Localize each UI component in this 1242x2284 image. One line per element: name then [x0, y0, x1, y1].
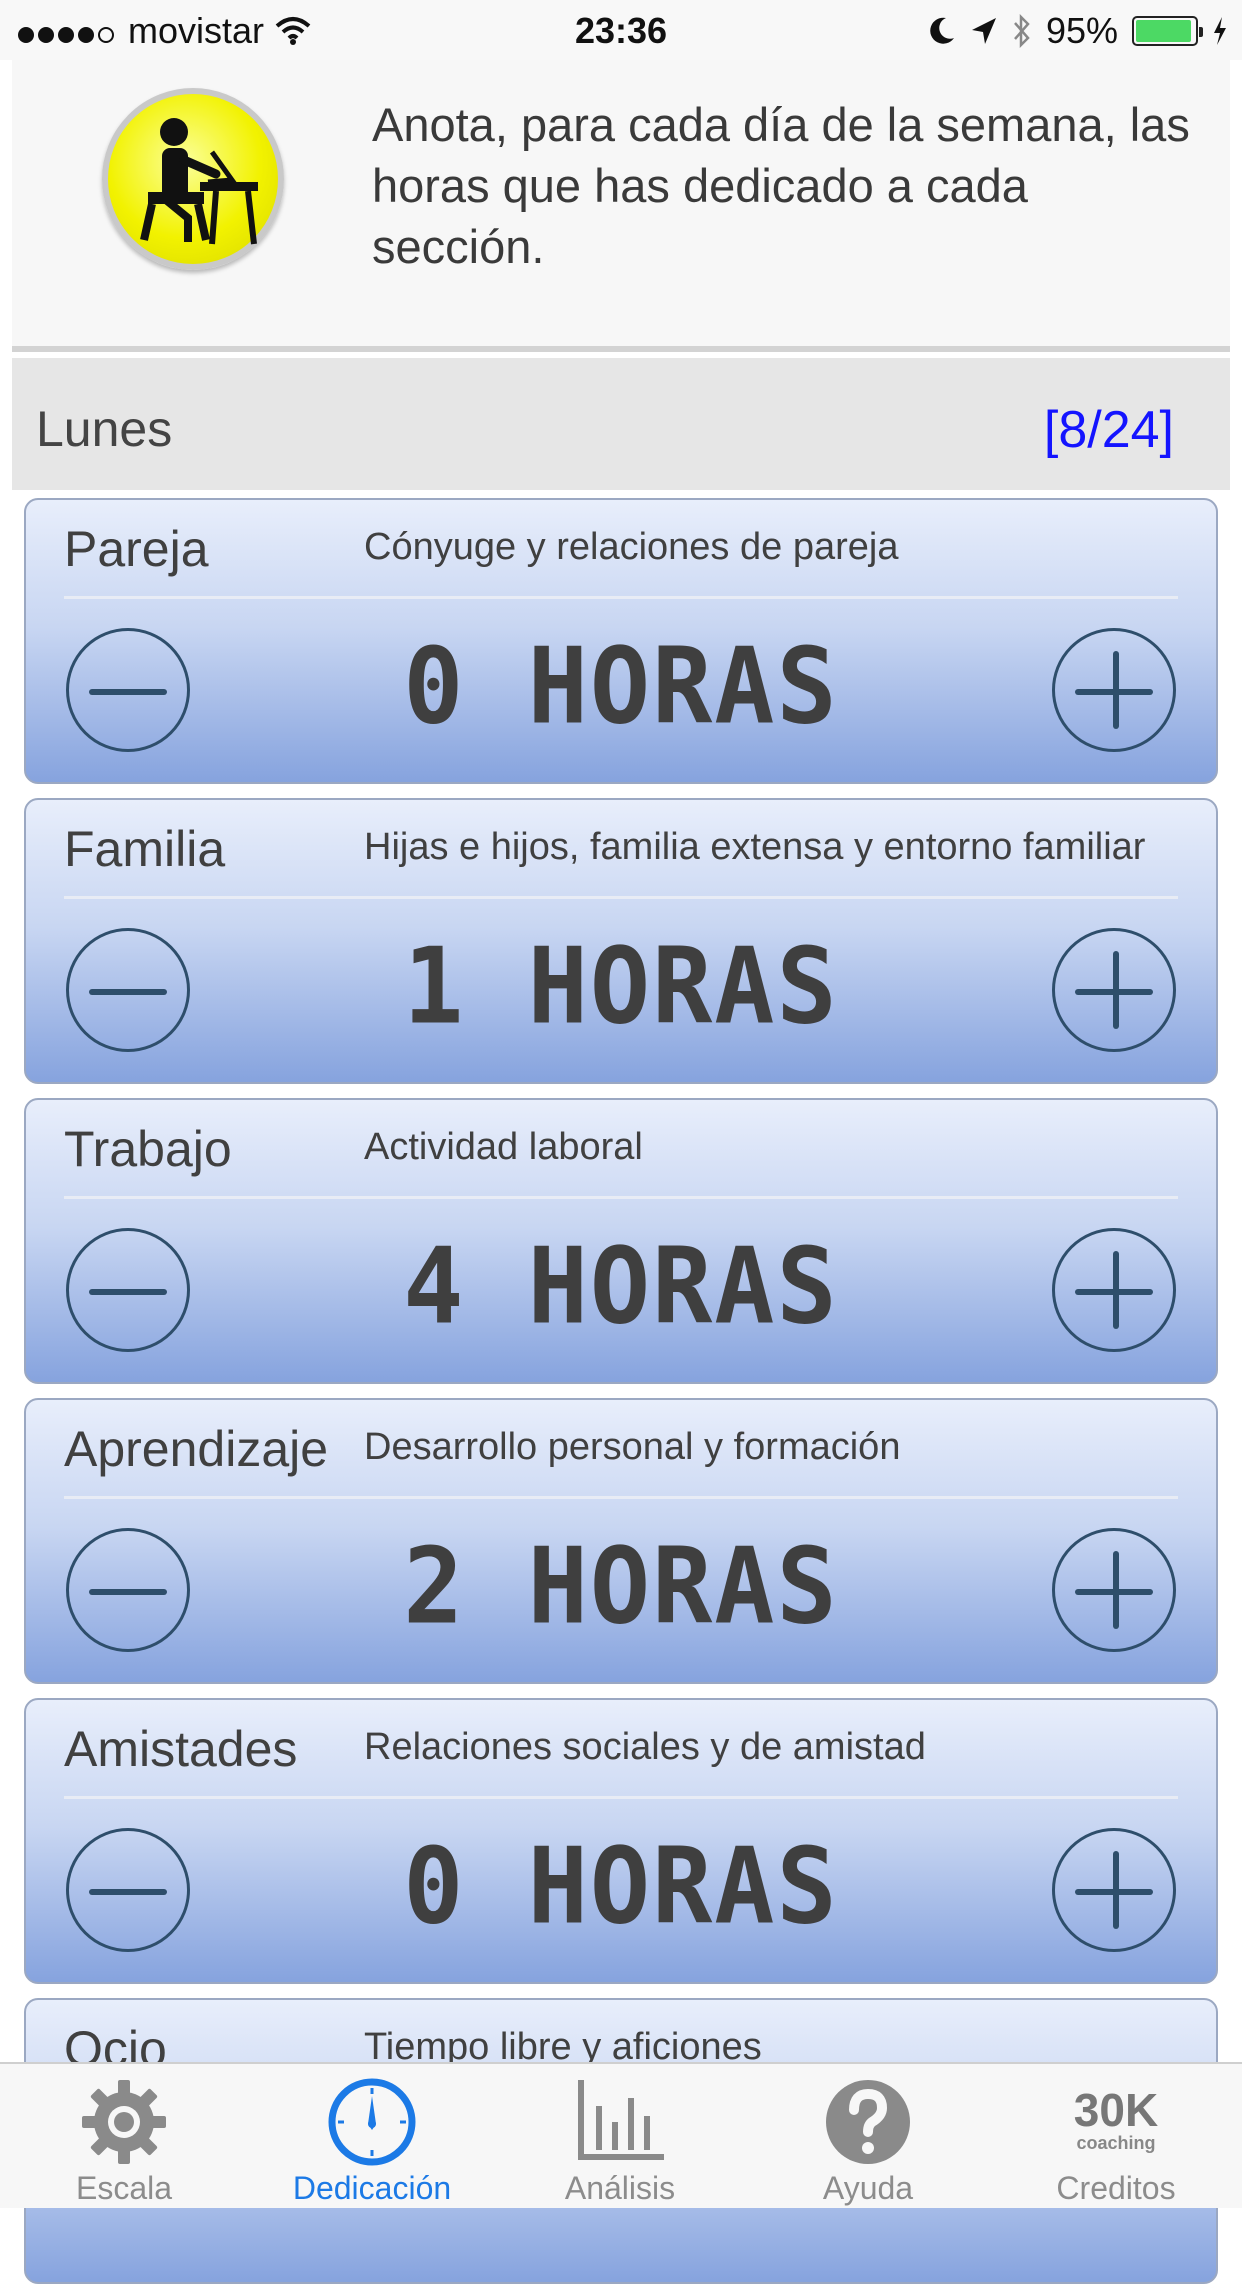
logo-text: 30K: [1073, 2084, 1159, 2136]
day-row: Lunes [8/24]: [12, 358, 1230, 490]
logo-subtext: coaching: [1076, 2133, 1156, 2153]
section-title: Pareja: [64, 521, 209, 577]
increase-hours-button[interactable]: [1052, 1828, 1176, 1952]
tab-label: Ayuda: [822, 2170, 914, 2206]
instructions-text: Anota, para cada día de la semana, las h…: [372, 98, 1190, 273]
minus-icon: [89, 1289, 167, 1295]
battery-icon: [1132, 16, 1203, 46]
status-bar: movistar 23:36 95%: [0, 0, 1242, 60]
minus-icon: [89, 1889, 167, 1895]
increase-hours-button[interactable]: [1052, 928, 1176, 1052]
hours-display: 2 HORAS: [403, 1525, 839, 1648]
hours-display: 1 HORAS: [403, 925, 839, 1048]
instructions-header: Anota, para cada día de la semana, las h…: [12, 60, 1230, 352]
section-title: Familia: [64, 821, 226, 877]
day-name: Lunes: [36, 401, 173, 457]
person-at-desk-icon: [102, 88, 284, 270]
section-card-aprendizaje: Aprendizaje Desarrollo personal y formac…: [24, 1398, 1218, 1684]
section-card-familia: Familia Hijas e hijos, familia extensa y…: [24, 798, 1218, 1084]
tab-bar: Escala Dedicación Análisis Ayuda 30K coa…: [0, 2062, 1242, 2208]
bluetooth-icon: [1013, 14, 1030, 48]
section-title: Aprendizaje: [64, 1421, 329, 1477]
decrease-hours-button[interactable]: [66, 1528, 190, 1652]
gear-icon: [82, 2080, 166, 2164]
battery-fill: [1136, 20, 1192, 42]
section-description: Desarrollo personal y formación: [364, 1426, 901, 1468]
increase-hours-button[interactable]: [1052, 628, 1176, 752]
minus-icon: [89, 1589, 167, 1595]
minus-icon: [89, 989, 167, 995]
question-icon: [826, 2080, 910, 2164]
tab-creditos[interactable]: 30K coaching Creditos: [992, 2064, 1240, 2210]
tab-label: Dedicación: [292, 2170, 452, 2206]
hours-display: 0 HORAS: [403, 1825, 839, 1948]
decrease-hours-button[interactable]: [66, 928, 190, 1052]
increase-hours-button[interactable]: [1052, 1228, 1176, 1352]
decrease-hours-button[interactable]: [66, 1828, 190, 1952]
decrease-hours-button[interactable]: [66, 1228, 190, 1352]
decrease-hours-button[interactable]: [66, 628, 190, 752]
moon-icon: [930, 17, 954, 44]
divider: [64, 596, 1178, 599]
tab-escala[interactable]: Escala: [0, 2064, 248, 2210]
section-card-trabajo: Trabajo Actividad laboral 4 HORAS: [24, 1098, 1218, 1384]
hours-display: 4 HORAS: [403, 1225, 839, 1348]
section-description: Relaciones sociales y de amistad: [364, 1726, 926, 1768]
tab-ayuda[interactable]: Ayuda: [744, 2064, 992, 2210]
divider: [64, 1496, 1178, 1499]
section-card-amistades: Amistades Relaciones sociales y de amist…: [24, 1698, 1218, 1984]
tab-dedicacion[interactable]: Dedicación: [248, 2064, 496, 2210]
section-description: Actividad laboral: [364, 1126, 643, 1168]
section-card-pareja: Pareja Cónyuge y relaciones de pareja 0 …: [24, 498, 1218, 784]
bar-chart-icon: [578, 2080, 664, 2160]
tab-analisis[interactable]: Análisis: [496, 2064, 744, 2210]
section-description: Hijas e hijos, familia extensa y entorno…: [364, 826, 1146, 868]
battery-percent: 95%: [1045, 10, 1118, 51]
tab-label: Análisis: [564, 2170, 676, 2206]
divider: [64, 1796, 1178, 1799]
divider: [64, 1196, 1178, 1199]
hours-display: 0 HORAS: [403, 625, 839, 748]
tab-label: Escala: [75, 2170, 173, 2206]
location-arrow-icon: [971, 18, 996, 44]
day-counter[interactable]: [8/24]: [1044, 400, 1174, 460]
section-title: Amistades: [64, 1721, 298, 1777]
section-description: Cónyuge y relaciones de pareja: [364, 526, 899, 568]
tab-label: Creditos: [1056, 2170, 1176, 2206]
increase-hours-button[interactable]: [1052, 1528, 1176, 1652]
minus-icon: [89, 689, 167, 695]
30k-logo-icon: 30K coaching: [1070, 2076, 1162, 2168]
status-right: 95%: [928, 10, 1228, 52]
charging-bolt-icon: [1214, 17, 1226, 45]
divider: [64, 896, 1178, 899]
section-title: Trabajo: [64, 1121, 232, 1177]
clock-icon: [328, 2078, 416, 2166]
